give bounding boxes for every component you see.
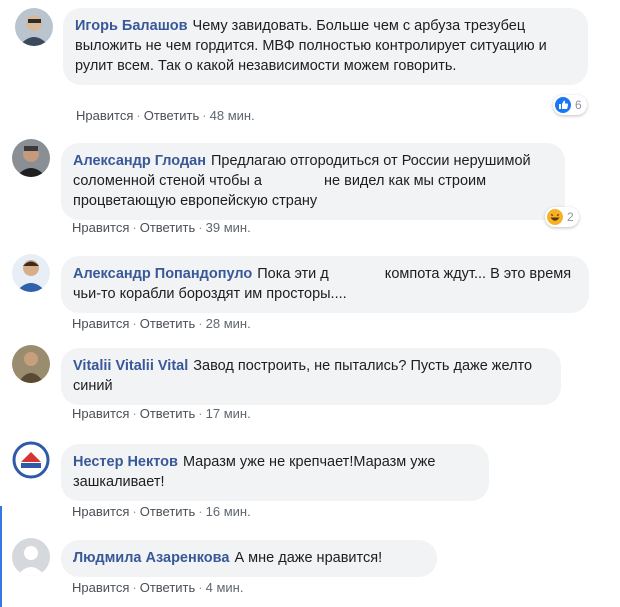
comment-author-link[interactable]: Игорь Балашов — [75, 18, 188, 34]
comment-bubble: Александр Глодан Предлагаю отгородиться о… — [61, 143, 565, 220]
like-link[interactable]: Нравится — [72, 580, 129, 595]
like-icon — [555, 97, 571, 113]
comment-text: А мне даже нравится! — [234, 550, 383, 566]
timestamp[interactable]: 48 мин. — [210, 108, 255, 123]
comment-actions: Нравится · Ответить · 4 мин. — [72, 580, 244, 595]
comment-text: Пока эти д — [257, 266, 329, 282]
like-link[interactable]: Нравится — [72, 316, 129, 331]
comment-author-link[interactable]: Александр Глодан — [73, 153, 206, 169]
comment-actions: Нравится · Ответить · 48 мин. — [76, 108, 255, 123]
reaction-count: 2 — [567, 210, 574, 224]
avatar[interactable] — [12, 139, 50, 177]
reply-link[interactable]: Ответить — [144, 108, 200, 123]
like-link[interactable]: Нравится — [76, 108, 133, 123]
comment-author-link[interactable]: Vitalii Vitalii Vital — [73, 358, 188, 374]
comment-author-link[interactable]: Нестер Нектов — [73, 454, 178, 470]
comment-actions: Нравится · Ответить · 28 мин. — [72, 316, 251, 331]
avatar[interactable] — [12, 345, 50, 383]
avatar[interactable] — [15, 8, 53, 46]
reply-link[interactable]: Ответить — [140, 316, 196, 331]
comment-actions: Нравится · Ответить · 17 мин. — [72, 406, 251, 421]
comment-author-link[interactable]: Александр Попандопуло — [73, 266, 252, 282]
avatar[interactable] — [12, 254, 50, 292]
comment-bubble: Vitalii Vitalii Vital Завод построить, не… — [61, 348, 561, 405]
reaction-count: 6 — [575, 98, 582, 112]
comment-bubble: Игорь Балашов Чему завидовать. Больше чем… — [63, 8, 588, 85]
like-link[interactable]: Нравится — [72, 504, 129, 519]
like-link[interactable]: Нравится — [72, 406, 129, 421]
avatar[interactable] — [12, 441, 50, 479]
comment-actions: Нравится · Ответить · 39 мин. — [72, 220, 251, 235]
comment-bubble: Нестер Нектов Маразм уже не крепчает!Мара… — [61, 444, 489, 501]
redacted-text — [328, 267, 381, 282]
reply-link[interactable]: Ответить — [140, 406, 196, 421]
avatar[interactable] — [12, 538, 50, 576]
reply-link[interactable]: Ответить — [140, 580, 196, 595]
comment-actions: Нравится · Ответить · 16 мин. — [72, 504, 251, 519]
comment-bubble: Александр Попандопуло Пока эти д компота … — [61, 256, 589, 313]
haha-icon — [547, 209, 563, 225]
timestamp[interactable]: 28 мин. — [206, 316, 251, 331]
timestamp[interactable]: 16 мин. — [206, 504, 251, 519]
timestamp[interactable]: 39 мин. — [206, 220, 251, 235]
comment-bubble: Людмила Азаренкова А мне даже нравится! — [61, 540, 437, 577]
like-link[interactable]: Нравится — [72, 220, 129, 235]
comment-author-link[interactable]: Людмила Азаренкова — [73, 550, 229, 566]
reaction-summary[interactable]: 2 — [545, 207, 579, 227]
timestamp[interactable]: 4 мин. — [206, 580, 244, 595]
active-thread-indicator — [0, 506, 2, 607]
timestamp[interactable]: 17 мин. — [206, 406, 251, 421]
redacted-text — [262, 174, 320, 189]
reply-link[interactable]: Ответить — [140, 504, 196, 519]
reaction-summary[interactable]: 6 — [553, 95, 587, 115]
reply-link[interactable]: Ответить — [140, 220, 196, 235]
